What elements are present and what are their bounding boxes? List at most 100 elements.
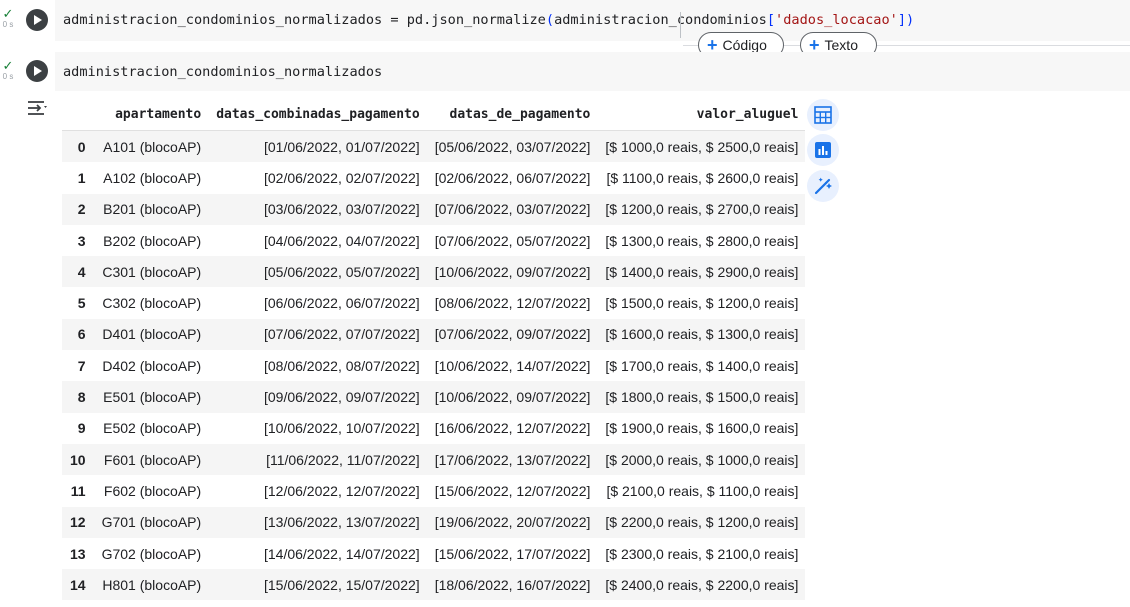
cell-datas-pagamento: [10/06/2022, 14/07/2022] — [434, 357, 591, 374]
cell-apartamento: F601 (blocoAP) — [93, 443, 209, 476]
cell-apartamento: G701 (blocoAP) — [93, 506, 209, 538]
code-cell-1[interactable]: administracion_condominios_normalizados … — [55, 0, 1130, 41]
cell-datas-combinadas: [13/06/2022, 13/07/2022] — [208, 506, 427, 538]
table-row: 13 G702 (blocoAP) [14/06/2022, 14/07/2022]… — [62, 538, 805, 569]
row-index: 7 — [77, 357, 86, 374]
row-index: 4 — [62, 256, 94, 288]
cell-datas-combinadas: [02/06/2022, 02/07/2022] — [263, 169, 420, 186]
cell-datas-combinadas: [07/06/2022, 07/07/2022] — [208, 318, 427, 351]
column-header-valor-aluguel: valor_aluguel — [597, 99, 806, 131]
code-line[interactable]: administracion_condominios_normalizados … — [63, 12, 914, 28]
table-header-row: apartamento datas_combinadas_pagamento d… — [62, 99, 806, 131]
cell-apartamento: F602 (blocoAP) — [103, 482, 202, 499]
dataframe-table: apartamento datas_combinadas_pagamento d… — [62, 99, 806, 601]
add-code-label: Código — [722, 37, 767, 53]
row-index: 14 — [62, 569, 94, 601]
chart-icon — [815, 142, 831, 158]
cell-1-status: ✓ 0 s — [0, 6, 16, 29]
row-index: 2 — [62, 193, 94, 225]
table-row: 6 D401 (blocoAP) [07/06/2022, 07/07/2022][… — [62, 318, 806, 351]
table-row: 7 D402 (blocoAP) [08/06/2022, 08/07/2022] [… — [62, 350, 805, 381]
cell-datas-pagamento: [17/06/2022, 13/07/2022] — [426, 443, 598, 476]
cell-datas-combinadas: [04/06/2022, 04/07/2022] — [263, 232, 420, 249]
generate-code-button[interactable] — [807, 170, 839, 202]
cell-valor-aluguel: [$ 1400,0 reais, $ 2900,0 reais] — [597, 256, 806, 288]
run-cell-1-button[interactable] — [26, 9, 48, 31]
execution-time: 0 s — [2, 20, 14, 29]
magic-wand-icon — [814, 177, 832, 195]
row-index: 3 — [77, 232, 86, 249]
table-row: 4 C301 (blocoAP) [05/06/2022, 05/07/2022][… — [62, 256, 806, 288]
table-row: 9 E502 (blocoAP) [10/06/2022, 10/07/2022] [… — [62, 413, 805, 444]
cell-datas-combinadas: [06/06/2022, 06/07/2022] — [263, 295, 420, 312]
table-row: 11 F602 (blocoAP) [12/06/2022, 12/07/2022]… — [62, 475, 805, 506]
table-row: 2 B201 (blocoAP) [03/06/2022, 03/07/2022][… — [62, 193, 806, 225]
index-header — [62, 99, 94, 131]
cell-datas-pagamento: [15/06/2022, 12/07/2022] — [434, 482, 591, 499]
table-row: 0 A101 (blocoAP) [01/06/2022, 01/07/2022][… — [62, 130, 806, 163]
cell-datas-pagamento: [05/06/2022, 03/07/2022] — [426, 130, 598, 163]
cell-apartamento: H801 (blocoAP) — [93, 569, 209, 601]
execution-time: 0 s — [2, 72, 14, 81]
cell-valor-aluguel: [$ 1000,0 reais, $ 2500,0 reais] — [597, 130, 806, 163]
cell-valor-aluguel: [$ 1200,0 reais, $ 2700,0 reais] — [597, 193, 806, 225]
cell-datas-combinadas: [05/06/2022, 05/07/2022] — [208, 256, 427, 288]
cell-valor-aluguel: [$ 1600,0 reais, $ 1300,0 reais] — [597, 318, 806, 351]
cell-datas-pagamento: [16/06/2022, 12/07/2022] — [434, 420, 591, 437]
table-row: 8 E501 (blocoAP) [09/06/2022, 09/07/2022][… — [62, 381, 806, 413]
cell-2-status: ✓ 0 s — [0, 59, 16, 81]
column-header-apartamento: apartamento — [93, 99, 209, 131]
cell-apartamento: D401 (blocoAP) — [93, 318, 209, 351]
cell-apartamento: C302 (blocoAP) — [102, 295, 202, 312]
cell-valor-aluguel: [$ 1500,0 reais, $ 1200,0 reais] — [605, 295, 799, 312]
cell-valor-aluguel: [$ 2100,0 reais, $ 1100,0 reais] — [606, 482, 799, 499]
cell-valor-aluguel: [$ 1700,0 reais, $ 1400,0 reais] — [605, 357, 799, 374]
cell-apartamento: E501 (blocoAP) — [93, 381, 209, 413]
cell-apartamento: C301 (blocoAP) — [93, 256, 209, 288]
cell-datas-pagamento: [10/06/2022, 09/07/2022] — [426, 256, 598, 288]
cell-valor-aluguel: [$ 2000,0 reais, $ 1000,0 reais] — [597, 443, 806, 476]
cell-apartamento: D402 (blocoAP) — [102, 357, 202, 374]
row-index: 9 — [77, 420, 86, 437]
column-header-datas-pagamento: datas_de_pagamento — [426, 99, 598, 131]
table-row: 1 A102 (blocoAP) [02/06/2022, 02/07/2022] [… — [62, 162, 805, 193]
code-line[interactable]: administracion_condominios_normalizados — [63, 64, 382, 80]
cell-datas-pagamento: [10/06/2022, 09/07/2022] — [426, 381, 598, 413]
cell-datas-combinadas: [15/06/2022, 15/07/2022] — [208, 569, 427, 601]
code-cell-2[interactable]: administracion_condominios_normalizados — [55, 52, 1130, 91]
row-index: 11 — [70, 482, 86, 499]
column-header-datas-combinadas: datas_combinadas_pagamento — [208, 99, 427, 131]
cell-datas-pagamento: [15/06/2022, 17/07/2022] — [434, 545, 591, 562]
text-cursor — [680, 12, 681, 38]
cell-datas-pagamento: [19/06/2022, 20/07/2022] — [426, 506, 598, 538]
cell-valor-aluguel: [$ 2200,0 reais, $ 1200,0 reais] — [597, 506, 806, 538]
cell-datas-combinadas: [09/06/2022, 09/07/2022] — [208, 381, 427, 413]
cell-apartamento: G702 (blocoAP) — [101, 545, 202, 562]
cell-datas-pagamento: [18/06/2022, 16/07/2022] — [426, 569, 598, 601]
cell-datas-combinadas: [03/06/2022, 03/07/2022] — [208, 193, 427, 225]
row-index: 12 — [62, 506, 94, 538]
table-row: 14 H801 (blocoAP) [15/06/2022, 15/07/2022]… — [62, 569, 806, 601]
cell-datas-combinadas: [10/06/2022, 10/07/2022] — [263, 420, 420, 437]
cell-valor-aluguel: [$ 1800,0 reais, $ 1500,0 reais] — [597, 381, 806, 413]
cell-apartamento: A101 (blocoAP) — [93, 130, 209, 163]
table-row: 5 C302 (blocoAP) [06/06/2022, 06/07/2022] [… — [62, 287, 805, 318]
table-row: 3 B202 (blocoAP) [04/06/2022, 04/07/2022] [… — [62, 225, 805, 256]
table-icon — [814, 106, 832, 124]
row-index: 5 — [77, 295, 86, 312]
row-index: 10 — [62, 443, 94, 476]
cell-datas-combinadas: [01/06/2022, 01/07/2022] — [208, 130, 427, 163]
run-cell-2-button[interactable] — [26, 60, 48, 82]
cell-apartamento: E502 (blocoAP) — [103, 420, 202, 437]
output-options-icon[interactable] — [27, 99, 47, 119]
cell-datas-combinadas: [08/06/2022, 08/07/2022] — [263, 357, 420, 374]
suggest-charts-button[interactable] — [807, 134, 839, 166]
cell-datas-pagamento: [02/06/2022, 06/07/2022] — [434, 169, 591, 186]
cell-valor-aluguel: [$ 1900,0 reais, $ 1600,0 reais] — [605, 420, 799, 437]
check-icon: ✓ — [2, 6, 14, 21]
cell-datas-pagamento: [08/06/2022, 12/07/2022] — [434, 295, 591, 312]
cell-valor-aluguel: [$ 2400,0 reais, $ 2200,0 reais] — [597, 569, 806, 601]
row-index: 1 — [77, 169, 86, 186]
cell-valor-aluguel: [$ 1100,0 reais, $ 2600,0 reais] — [606, 169, 799, 186]
convert-to-table-button[interactable] — [807, 99, 839, 131]
